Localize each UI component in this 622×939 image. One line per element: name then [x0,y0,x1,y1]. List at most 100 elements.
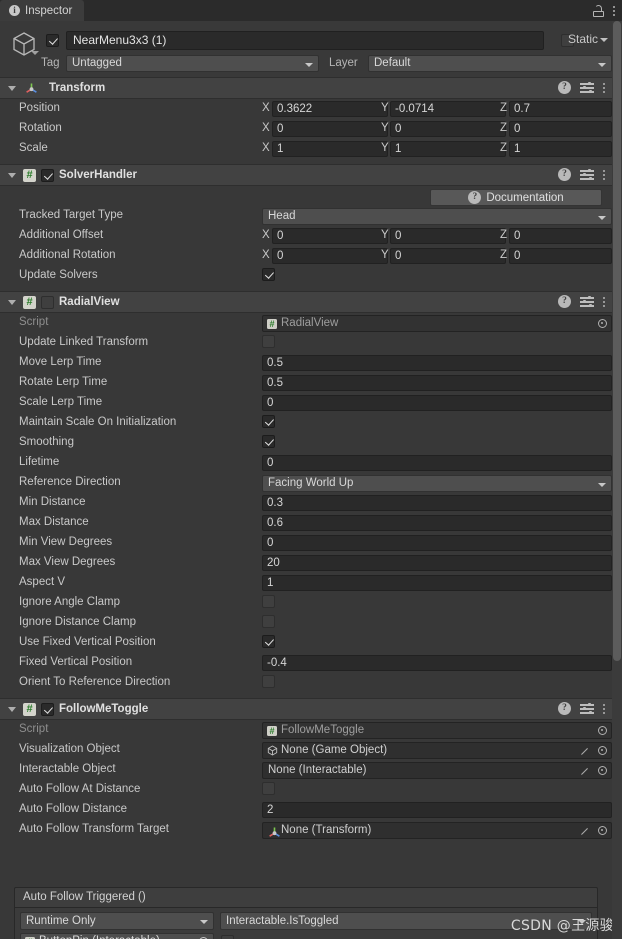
event-mode-dropdown[interactable]: Runtime Only [20,912,214,930]
property-checkbox[interactable] [262,268,275,281]
foldout-arrow-icon[interactable] [8,85,16,91]
component-header-solverhandler[interactable]: # SolverHandler? [0,164,612,186]
documentation-button[interactable]: ? Documentation [430,189,602,206]
object-reference-field[interactable]: None (Transform) [262,822,612,839]
lock-open-icon[interactable] [593,4,604,17]
axis-input-y[interactable]: 0 [390,228,506,244]
object-reference-field[interactable]: None (Interactable) [262,762,612,779]
axis-input-y[interactable]: 1 [390,141,506,157]
preset-icon[interactable] [580,702,594,715]
object-picker-icon[interactable] [598,746,607,755]
help-icon[interactable]: ? [558,702,571,715]
property-input[interactable]: 0 [262,455,612,471]
object-picker-icon[interactable] [598,726,607,735]
object-picker-icon[interactable] [598,826,607,835]
axis-input-z[interactable]: 0 [509,228,612,244]
component-header-radialview[interactable]: # RadialView? [0,291,612,313]
component-enabled-checkbox[interactable] [41,295,54,309]
property-input[interactable]: 0.5 [262,355,612,371]
foldout-arrow-icon[interactable] [8,706,16,712]
property-checkbox[interactable] [262,415,275,428]
property-input[interactable]: 0.5 [262,375,612,391]
property-input[interactable]: 2 [262,802,612,818]
axis-label-x: X [262,102,270,114]
gameobject-enabled-checkbox[interactable] [46,34,59,47]
component-enabled-checkbox[interactable] [41,702,54,716]
vertical-scrollbar[interactable] [612,21,622,939]
property-input[interactable]: 1 [262,575,612,591]
property-input[interactable]: 0 [262,395,612,411]
axis-label-x: X [262,229,270,241]
preset-icon[interactable] [580,295,594,308]
component-enabled-checkbox[interactable] [41,168,54,182]
static-dropdown-caret-icon[interactable] [600,38,608,42]
axis-input-z[interactable]: 0.7 [509,101,612,117]
property-input[interactable]: -0.4 [262,655,612,671]
property-checkbox[interactable] [262,595,275,608]
property-checkbox[interactable] [262,675,275,688]
preset-icon[interactable] [580,81,594,94]
property-input[interactable]: 0.3 [262,495,612,511]
component-title: RadialView [59,296,120,308]
axis-input-x[interactable]: 0 [272,228,388,244]
kebab-menu-icon[interactable] [603,702,605,715]
tab-inspector[interactable]: i Inspector [0,0,85,21]
axis-input-z[interactable]: 0 [509,248,612,264]
axis-input-x[interactable]: 0 [272,121,388,137]
preset-icon[interactable] [580,168,594,181]
event-argument-checkbox[interactable] [221,935,234,939]
component-body-followmetoggle: Script # FollowMeToggle Visualization Objec… [0,720,612,845]
property-checkbox[interactable] [262,615,275,628]
property-checkbox[interactable] [262,335,275,348]
kebab-menu-icon[interactable] [603,295,605,308]
object-reference-field[interactable]: None (Game Object) [262,742,612,759]
axis-input-y[interactable]: 0 [390,248,506,264]
help-icon[interactable]: ? [558,168,571,181]
property-row-min-distance: Min Distance 0.3 [0,493,612,513]
axis-input-x[interactable]: 0.3622 [272,101,388,117]
foldout-arrow-icon[interactable] [8,172,16,178]
object-picker-icon[interactable] [598,319,607,328]
scrollbar-thumb[interactable] [613,21,621,661]
object-picker-icon[interactable] [598,766,607,775]
kebab-menu-icon[interactable] [603,81,605,94]
property-row-additional-offset: Additional Offset X 0 Y 0 Z 0 [0,226,612,246]
property-dropdown[interactable]: Head [262,208,612,225]
property-row-scale: Scale X 1 Y 1 Z 1 [0,139,612,159]
layer-dropdown[interactable]: Default [368,55,612,72]
edit-pencil-icon[interactable] [580,746,589,755]
foldout-arrow-icon[interactable] [8,299,16,305]
axis-input-z[interactable]: 0 [509,121,612,137]
component-title: FollowMeToggle [59,703,149,715]
axis-input-z[interactable]: 1 [509,141,612,157]
axis-input-y[interactable]: -0.0714 [390,101,506,117]
component-header-transform[interactable]: Transform? [0,77,612,99]
axis-input-x[interactable]: 0 [272,248,388,264]
axis-input-x[interactable]: 1 [272,141,388,157]
property-checkbox[interactable] [262,635,275,648]
property-label: Additional Offset [19,229,104,241]
event-target-object-field[interactable]: # ButtonPin (Interactable) [20,933,214,939]
property-row-orient-to-reference-direction: Orient To Reference Direction [0,673,612,693]
help-icon[interactable]: ? [558,295,571,308]
edit-pencil-icon[interactable] [580,766,589,775]
event-function-value: Interactable.IsToggled [226,915,339,927]
property-checkbox[interactable] [262,435,275,448]
property-dropdown[interactable]: Facing World Up [262,475,612,492]
help-icon[interactable]: ? [558,81,571,94]
script-reference-field[interactable]: # FollowMeToggle [262,722,612,739]
component-header-followmetoggle[interactable]: # FollowMeToggle? [0,698,612,720]
property-input[interactable]: 0 [262,535,612,551]
tag-dropdown[interactable]: Untagged [66,55,319,72]
property-label: Min View Degrees [19,536,113,548]
kebab-menu-icon[interactable] [613,4,615,17]
gameobject-name-input[interactable]: NearMenu3x3 (1) [66,31,544,50]
axis-input-y[interactable]: 0 [390,121,506,137]
property-input[interactable]: 20 [262,555,612,571]
component-list: Transform? Position X 0.3622 Y -0.0714 Z 0.7 Rot… [0,77,612,845]
script-reference-field[interactable]: # RadialView [262,315,612,332]
edit-pencil-icon[interactable] [580,826,589,835]
property-input[interactable]: 0.6 [262,515,612,531]
property-checkbox[interactable] [262,782,275,795]
kebab-menu-icon[interactable] [603,168,605,181]
